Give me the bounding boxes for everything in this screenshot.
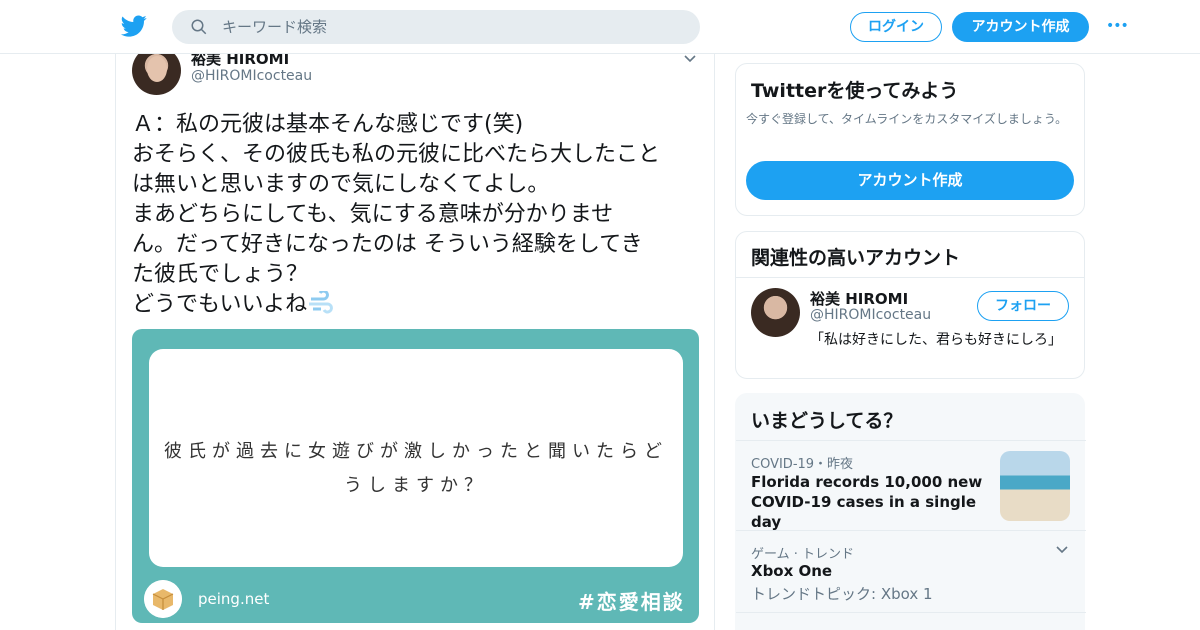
signup-button[interactable]: アカウント作成: [952, 12, 1089, 42]
dash-emoji-icon: [309, 291, 334, 314]
trends-panel: いまどうしてる？ COVID-19・昨夜 Florida records 10,…: [735, 393, 1086, 630]
hashtag-label: #恋愛相談: [578, 590, 685, 614]
account-handle[interactable]: @HIROMIcocteau: [810, 307, 931, 323]
question-line: うしますか？: [344, 475, 488, 496]
tweet-line: ん。だって好きになったのは そういう経験をしてき: [132, 232, 643, 257]
twitter-bird-icon[interactable]: [120, 13, 148, 39]
more-options-icon[interactable]: •••: [1106, 18, 1130, 34]
tweet-line: どうでもいいよね: [132, 292, 308, 317]
question-box: 彼氏が過去に女遊びが激しかったと聞いたらど うしますか？: [149, 349, 683, 567]
related-accounts-title: 関連性の高いアカウント: [751, 247, 961, 269]
search-input[interactable]: [222, 10, 682, 44]
news-thumbnail[interactable]: [1000, 451, 1070, 521]
account-name[interactable]: 裕美 HIROMI: [810, 288, 908, 309]
peing-site-label: peing.net: [198, 590, 270, 608]
create-account-button[interactable]: アカウント作成: [746, 161, 1074, 200]
search-icon: [191, 19, 207, 35]
trend-item[interactable]: ゲーム · トレンド Xbox One トレンドトピック: Xbox 1: [736, 530, 1086, 612]
signup-panel: Twitterを使ってみよう 今すぐ登録して、タイムラインをカスタマイズしましょ…: [735, 63, 1085, 216]
chevron-down-icon[interactable]: [1054, 541, 1070, 557]
tweet-line: おそらく、その彼氏も私の元彼に比べたら大したこと: [132, 142, 661, 167]
signup-panel-title: Twitterを使ってみよう: [751, 80, 959, 102]
account-avatar[interactable]: [751, 288, 800, 337]
related-accounts-panel: 関連性の高いアカウント 裕美 HIROMI @HIROMIcocteau フォロ…: [735, 231, 1085, 379]
tweet-text: Ａ：私の元彼は基本そんな感じです(笑) おそらく、その彼氏も私の元彼に比べたら大…: [132, 110, 702, 320]
tweet-line: まあどちらにしても、気にする意味が分かりませ: [132, 202, 614, 227]
tweet-line: Ａ：私の元彼は基本そんな感じです(笑): [132, 112, 524, 137]
tweet-column: 裕美 HIROMI @HIROMIcocteau Ａ：私の元彼は基本そんな感じで…: [115, 46, 715, 630]
tweet-line-last: どうでもいいよね: [132, 290, 702, 320]
trend-meta: ゲーム · トレンド: [751, 547, 855, 562]
box-icon: [144, 580, 182, 618]
author-handle[interactable]: @HIROMIcocteau: [191, 68, 312, 84]
trend-item-partial[interactable]: [736, 612, 1086, 630]
trend-headline[interactable]: Florida records 10,000 new COVID-19 case…: [751, 472, 996, 532]
account-bio: 「私は好きにした、君らも好きにしろ」: [810, 332, 1062, 348]
peing-card-image[interactable]: 彼氏が過去に女遊びが激しかったと聞いたらど うしますか？ peing.net #…: [132, 329, 699, 623]
tweet-line: は無いと思いますので気にしなくてよし。: [132, 172, 550, 197]
trends-title: いまどうしてる？: [751, 410, 903, 432]
trend-subtitle: トレンドトピック: Xbox 1: [751, 585, 933, 603]
trend-topic[interactable]: Xbox One: [751, 562, 832, 580]
signup-panel-description: 今すぐ登録して、タイムラインをカスタマイズしましょう。: [746, 112, 1068, 126]
trend-meta: COVID-19・昨夜: [751, 457, 854, 472]
tweet-line: た彼氏でしょう？: [132, 262, 309, 287]
login-button[interactable]: ログイン: [850, 12, 942, 42]
divider: [736, 277, 1084, 278]
top-bar: ログイン アカウント作成 •••: [0, 0, 1200, 54]
trend-item[interactable]: COVID-19・昨夜 Florida records 10,000 new C…: [736, 440, 1086, 532]
search-box[interactable]: [172, 10, 700, 44]
question-line: 彼氏が過去に女遊びが激しかったと聞いたらど: [164, 441, 668, 462]
follow-button[interactable]: フォロー: [977, 291, 1069, 321]
